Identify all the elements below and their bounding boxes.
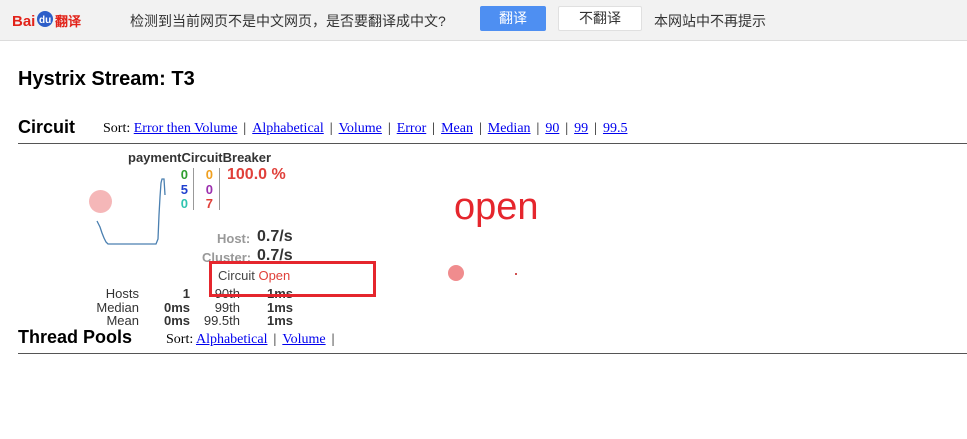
- sort-mean-link[interactable]: Mean: [441, 121, 473, 136]
- health-circle: [89, 190, 112, 213]
- count-divider: [193, 168, 194, 210]
- sort-label: Sort:: [166, 332, 194, 347]
- pool-sort-volume-link[interactable]: Volume: [282, 332, 325, 347]
- translate-prompt: 检测到当前网页不是中文网页，是否要翻译成中文?: [130, 13, 446, 29]
- success-count: 0: [180, 167, 188, 182]
- thread-pools-divider: [18, 353, 967, 354]
- rejected-count: 0: [205, 182, 213, 197]
- timeout-count: 0: [205, 167, 213, 182]
- sparkline-line: [96, 178, 166, 245]
- stat-hosts-value: 1: [182, 286, 190, 301]
- bad-request-count: 0: [180, 196, 188, 211]
- sort-99-link[interactable]: 99: [574, 121, 588, 136]
- no-translate-button[interactable]: 不翻译: [558, 6, 642, 31]
- circuit-section-title: Circuit: [18, 117, 76, 137]
- host-rate-label: Host:: [217, 231, 251, 246]
- thread-pools-section-title: Thread Pools: [18, 327, 133, 348]
- annotation-highlight-box: [209, 261, 376, 297]
- thread-pools-sort-bar: Sort: Alphabetical | Volume |: [166, 332, 335, 347]
- translate-button[interactable]: 翻译: [480, 6, 546, 31]
- sort-99-5-link[interactable]: 99.5: [603, 121, 628, 136]
- stat-hosts-label: Hosts: [105, 286, 139, 301]
- logo-text-du: du: [39, 15, 51, 26]
- count-divider: [219, 168, 220, 210]
- stat-99-5th-label: 99.5th: [203, 313, 240, 328]
- error-percentage: 100.0 %: [227, 166, 286, 183]
- pool-sort-alphabetical-link[interactable]: Alphabetical: [196, 332, 268, 347]
- stat-mean-label: Mean: [106, 313, 139, 328]
- circuit-breaker-name: paymentCircuitBreaker: [128, 150, 272, 165]
- host-rate-value: 0.7/s: [257, 228, 293, 245]
- stat-mean-value: 0ms: [163, 313, 190, 328]
- logo-text-bai: Bai: [12, 13, 35, 30]
- sort-median-link[interactable]: Median: [488, 121, 531, 136]
- annotation-open-text: open: [454, 186, 539, 228]
- sort-label: Sort:: [103, 121, 131, 136]
- translate-bar: Bai du 翻译 检测到当前网页不是中文网页，是否要翻译成中文? 翻译 不翻译…: [0, 0, 967, 41]
- sort-90-link[interactable]: 90: [545, 121, 559, 136]
- circuit-sort-bar: Sort: Error then Volume | Alphabetical | Vol…: [103, 121, 628, 136]
- sort-alphabetical-link[interactable]: Alphabetical: [252, 121, 324, 136]
- failure-count: 7: [205, 196, 213, 211]
- sort-error-volume-link[interactable]: Error then Volume: [134, 121, 238, 136]
- sparkline-chart: [96, 178, 166, 245]
- annotation-dot: [448, 265, 464, 281]
- page-title: Hystrix Stream: T3: [18, 68, 195, 90]
- sort-volume-link[interactable]: Volume: [339, 121, 382, 136]
- annotation-dot-small: [515, 273, 517, 275]
- circuit-divider: [18, 143, 967, 144]
- baidu-translate-logo: Bai du 翻译: [12, 11, 82, 30]
- logo-text-fanyi: 翻译: [55, 14, 82, 30]
- sort-error-link[interactable]: Error: [397, 121, 427, 136]
- never-translate-link[interactable]: 本网站中不再提示: [654, 11, 766, 31]
- short-circuited-count: 5: [180, 182, 188, 197]
- stat-99-5th-value: 1ms: [266, 313, 293, 328]
